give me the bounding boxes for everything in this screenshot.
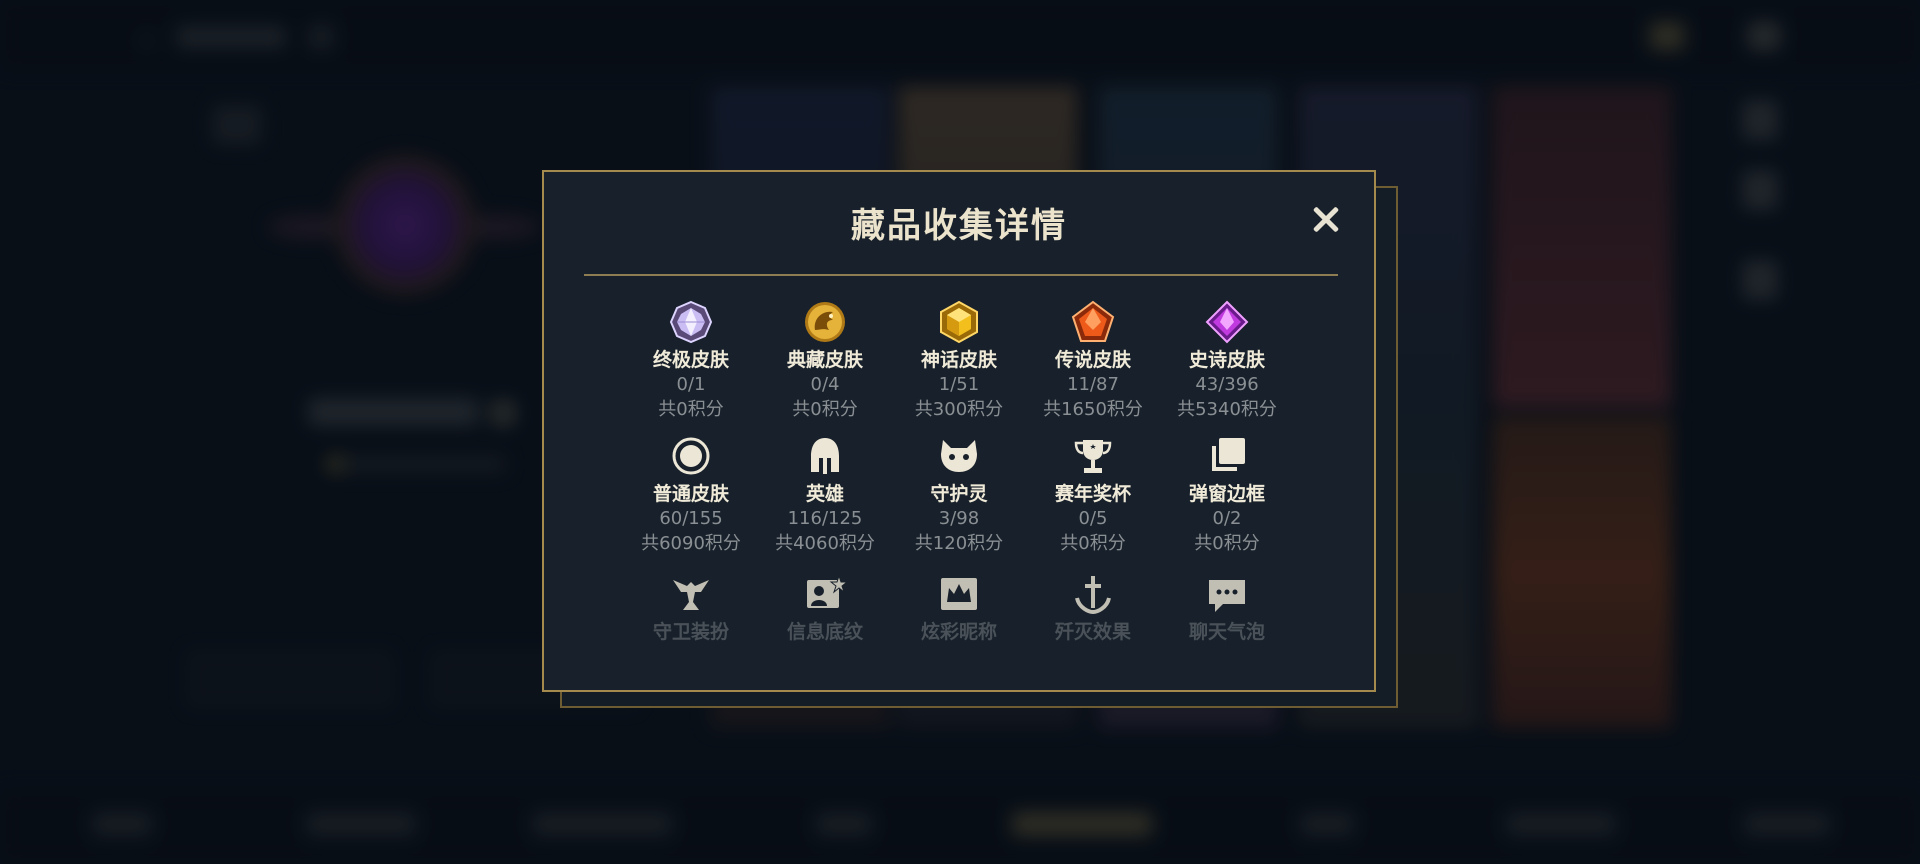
item-count: 0/2 [1212, 508, 1242, 529]
collection-item-standard-skin[interactable]: 普通皮肤 60/155 共6090积分 [624, 434, 758, 556]
item-label: 英雄 [805, 483, 844, 505]
item-label: 歼灭效果 [1054, 621, 1131, 643]
collection-item-colored-nickname[interactable]: 炫彩昵称 [892, 572, 1026, 644]
item-count: 116/125 [787, 508, 863, 529]
epic-skin-gem-icon [1205, 300, 1249, 344]
collection-item-profile-banner[interactable]: 信息底纹 [758, 572, 892, 644]
item-points: 共120积分 [914, 533, 1004, 554]
title-divider [584, 274, 1338, 276]
legendary-skin-gem-icon [1071, 300, 1115, 342]
collection-item-champion[interactable]: 英雄 116/125 共4060积分 [758, 434, 892, 556]
item-points: 共4060积分 [775, 533, 875, 554]
item-points: 共300积分 [914, 399, 1004, 420]
item-count: 0/4 [810, 374, 840, 395]
item-count: 60/155 [659, 508, 723, 529]
modal-title: 藏品收集详情 [851, 206, 1067, 246]
collection-item-epic-skin[interactable]: 史诗皮肤 43/396 共5340积分 [1160, 300, 1294, 422]
close-icon[interactable] [1306, 200, 1346, 240]
item-label: 普通皮肤 [652, 483, 729, 505]
item-count: 0/1 [676, 374, 706, 395]
item-label: 弹窗边框 [1188, 483, 1265, 505]
seasonal-trophy-icon [1074, 440, 1112, 473]
item-label: 传说皮肤 [1054, 349, 1131, 371]
finisher-effect-anchor-icon [1075, 576, 1111, 615]
chat-bubble-icon [1209, 580, 1245, 612]
item-label: 终极皮肤 [652, 349, 729, 371]
ultimate-skin-gem-icon [669, 300, 713, 344]
item-label: 神话皮肤 [920, 349, 997, 371]
standard-skin-circle-icon [672, 437, 710, 475]
item-points: 共1650积分 [1043, 399, 1143, 420]
collection-item-ward-skin[interactable]: 守卫装扮 [624, 572, 758, 644]
item-label: 守卫装扮 [652, 621, 729, 643]
collection-item-prestige-skin[interactable]: 典藏皮肤 0/4 共0积分 [758, 300, 892, 422]
item-points: 共0积分 [658, 399, 724, 420]
collection-item-companion[interactable]: 守护灵 3/98 共120积分 [892, 434, 1026, 556]
item-points: 共5340积分 [1177, 399, 1277, 420]
item-points: 共0积分 [1060, 533, 1126, 554]
item-points: 共0积分 [1194, 533, 1260, 554]
item-label: 赛年奖杯 [1054, 483, 1131, 505]
collection-grid: 终极皮肤 0/1 共0积分 典藏皮肤 0/4 共0积分 神话皮肤 1/51 共3… [624, 300, 1294, 672]
collection-item-chat-bubble[interactable]: 聊天气泡 [1160, 572, 1294, 644]
prestige-skin-dragon-icon [805, 302, 845, 342]
champion-helmet-icon [811, 438, 839, 474]
item-count: 43/396 [1195, 374, 1259, 395]
ward-skin-icon [673, 580, 709, 610]
collection-details-modal: 藏品收集详情 终极皮肤 0/1 共0积分 典藏皮肤 0/4 共0积分 神话皮肤 … [542, 170, 1376, 692]
mythic-skin-gem-icon [940, 300, 978, 344]
profile-banner-icon [807, 574, 847, 608]
collection-item-ultimate-skin[interactable]: 终极皮肤 0/1 共0积分 [624, 300, 758, 422]
item-label: 炫彩昵称 [920, 621, 997, 643]
item-label: 史诗皮肤 [1188, 349, 1265, 371]
item-points: 共6090积分 [641, 533, 741, 554]
item-label: 聊天气泡 [1188, 621, 1265, 643]
item-count: 1/51 [938, 374, 980, 395]
collection-item-mythic-skin[interactable]: 神话皮肤 1/51 共300积分 [892, 300, 1026, 422]
companion-creature-icon [941, 440, 977, 472]
item-label: 守护灵 [930, 483, 988, 505]
item-count: 3/98 [938, 508, 980, 529]
collection-item-popup-frame[interactable]: 弹窗边框 0/2 共0积分 [1160, 434, 1294, 556]
item-count: 11/87 [1067, 374, 1119, 395]
item-count: 0/5 [1078, 508, 1108, 529]
item-label: 信息底纹 [786, 621, 863, 643]
collection-item-finisher-effect[interactable]: 歼灭效果 [1026, 572, 1160, 644]
popup-frame-icon [1212, 438, 1245, 471]
collection-item-legendary-skin[interactable]: 传说皮肤 11/87 共1650积分 [1026, 300, 1160, 422]
item-points: 共0积分 [792, 399, 858, 420]
item-label: 典藏皮肤 [786, 349, 863, 371]
colored-nickname-icon [941, 578, 977, 610]
collection-item-seasonal-trophy[interactable]: 赛年奖杯 0/5 共0积分 [1026, 434, 1160, 556]
